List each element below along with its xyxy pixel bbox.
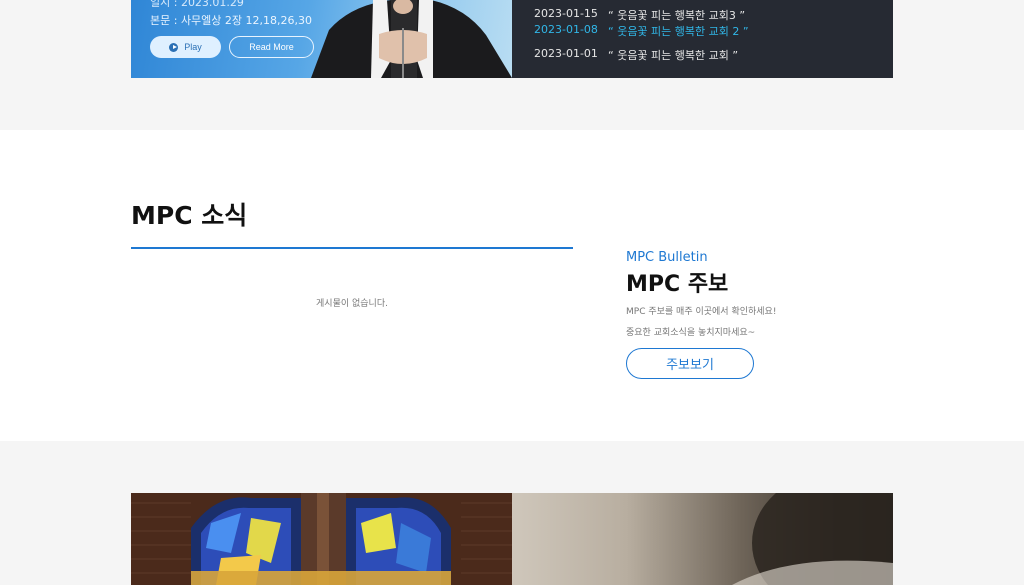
bulletin-subtitle: MPC Bulletin bbox=[626, 250, 708, 265]
play-circle-icon bbox=[169, 42, 179, 52]
sermon-item-date: 2023-01-01 bbox=[534, 47, 598, 60]
news-empty-message: 게시물이 없습니다. bbox=[316, 299, 388, 309]
sermon-item-date: 2023-01-08 bbox=[534, 23, 598, 36]
bulletin-description-line1: MPC 주보를 매주 이곳에서 확인하세요! bbox=[626, 307, 777, 317]
news-title: MPC 소식 bbox=[131, 201, 248, 230]
sermon-item-title: “ 웃음꽃 피는 행복한 교회 ” bbox=[608, 49, 739, 62]
sermon-list-item[interactable]: 2023-01-15 “ 웃음꽃 피는 행복한 교회3 ” bbox=[534, 7, 745, 23]
sermon-hero-banner: 일시 : 2023.01.29 본문 : 사무엘상 2장 12,18,26,30… bbox=[131, 0, 512, 78]
bible-reading-photo bbox=[512, 493, 893, 585]
view-bulletin-button[interactable]: 주보보기 bbox=[626, 348, 754, 379]
read-more-label: Read More bbox=[249, 42, 294, 52]
sermon-list-item[interactable]: 2023-01-01 “ 웃음꽃 피는 행복한 교회 ” bbox=[534, 47, 738, 63]
news-divider bbox=[131, 247, 573, 249]
bulletin-description-line2: 중요한 교회소식을 놓치지마세요~ bbox=[626, 328, 756, 338]
sermon-scripture: 본문 : 사무엘상 2장 12,18,26,30 bbox=[150, 14, 313, 27]
stained-glass-graphic bbox=[131, 493, 512, 585]
bulletin-title: MPC 주보 bbox=[626, 272, 729, 297]
sermon-list: 2023-01-15 “ 웃음꽃 피는 행복한 교회3 ” 2023-01-08… bbox=[512, 0, 893, 78]
pastor-photo bbox=[311, 0, 512, 78]
stained-glass-photo bbox=[131, 493, 512, 585]
sermon-item-title: “ 웃음꽃 피는 행복한 교회 2 ” bbox=[608, 25, 749, 38]
bible-reading-graphic bbox=[732, 493, 893, 585]
sermon-item-date: 2023-01-15 bbox=[534, 7, 598, 20]
play-button-label: Play bbox=[184, 42, 202, 52]
news-section: MPC 소식 게시물이 없습니다. MPC Bulletin MPC 주보 MP… bbox=[0, 130, 1024, 441]
sermon-date: 일시 : 2023.01.29 bbox=[150, 0, 244, 9]
sermon-list-item[interactable]: 2023-01-08 “ 웃음꽃 피는 행복한 교회 2 ” bbox=[534, 23, 749, 39]
view-bulletin-label: 주보보기 bbox=[666, 357, 714, 372]
play-button[interactable]: Play bbox=[150, 36, 221, 58]
sermon-item-title: “ 웃음꽃 피는 행복한 교회3 ” bbox=[608, 9, 746, 22]
